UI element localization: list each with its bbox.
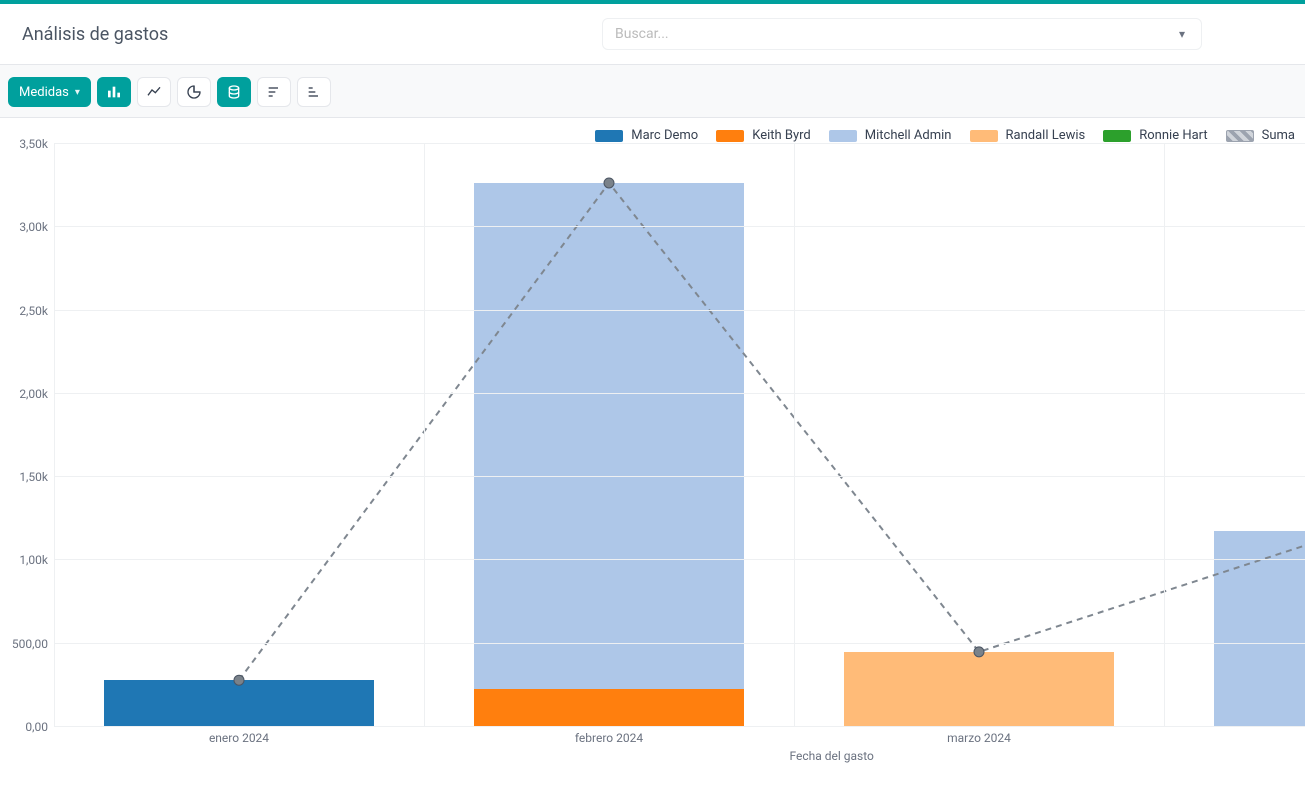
bar-chart-button[interactable] [97, 77, 131, 107]
toolbar-area: Medidas ▾ [0, 65, 1305, 118]
line-chart-icon [146, 84, 162, 100]
legend-item-suma[interactable]: Suma [1226, 128, 1295, 143]
chart-panel: Marc Demo Keith Byrd Mitchell Admin Rand… [0, 118, 1305, 763]
stacked-icon [226, 84, 242, 100]
y-tick: 1,00k [19, 553, 48, 567]
sort-desc-button[interactable] [257, 77, 291, 107]
suma-point[interactable] [974, 647, 984, 657]
legend-label: Ronnie Hart [1139, 128, 1207, 143]
chart-legend: Marc Demo Keith Byrd Mitchell Admin Rand… [0, 122, 1305, 143]
chevron-down-icon[interactable]: ▾ [1173, 27, 1191, 41]
bar-chart-icon [106, 84, 122, 100]
legend-swatch [716, 130, 744, 142]
y-tick: 2,00k [19, 387, 48, 401]
x-tick: marzo 2024 [947, 731, 1011, 745]
sort-asc-icon [306, 84, 322, 100]
legend-swatch [970, 130, 998, 142]
legend-item-mitchell[interactable]: Mitchell Admin [829, 128, 952, 143]
stacked-button[interactable] [217, 77, 251, 107]
x-axis-label: Fecha del gasto [790, 749, 874, 763]
pie-chart-button[interactable] [177, 77, 211, 107]
legend-item-keith[interactable]: Keith Byrd [716, 128, 811, 143]
y-tick: 3,00k [19, 220, 48, 234]
x-axis: Fecha del gasto enero 2024 febrero 2024 ma… [54, 727, 1305, 763]
toolbar: Medidas ▾ [8, 77, 1297, 107]
y-tick: 0,00 [25, 720, 48, 734]
legend-item-marc[interactable]: Marc Demo [595, 128, 698, 143]
y-tick: 1,50k [19, 470, 48, 484]
page-title: Análisis de gastos [22, 24, 582, 45]
x-tick: enero 2024 [209, 731, 269, 745]
suma-line-layer [54, 143, 1305, 726]
sort-desc-icon [266, 84, 282, 100]
x-tick: febrero 2024 [575, 731, 643, 745]
chart-area: 0,00500,001,00k1,50k2,00k2,50k3,00k3,50k… [0, 143, 1305, 763]
search-input[interactable] [613, 25, 1173, 43]
sort-asc-button[interactable] [297, 77, 331, 107]
legend-swatch [1226, 130, 1254, 142]
y-tick: 3,50k [19, 137, 48, 151]
legend-label: Randall Lewis [1006, 128, 1086, 143]
legend-item-randall[interactable]: Randall Lewis [970, 128, 1086, 143]
legend-swatch [829, 130, 857, 142]
search-wrap: ▾ [602, 18, 1283, 50]
pie-chart-icon [186, 84, 202, 100]
suma-point[interactable] [604, 178, 614, 188]
measures-label: Medidas [19, 85, 69, 100]
plot-area [54, 143, 1305, 727]
legend-label: Mitchell Admin [865, 128, 952, 143]
y-axis: 0,00500,001,00k1,50k2,00k2,50k3,00k3,50k [0, 143, 54, 727]
measures-button[interactable]: Medidas ▾ [8, 77, 91, 107]
legend-item-ronnie[interactable]: Ronnie Hart [1103, 128, 1207, 143]
legend-label: Suma [1262, 128, 1295, 143]
suma-line [239, 183, 1305, 680]
suma-point[interactable] [234, 675, 244, 685]
chevron-down-icon: ▾ [75, 87, 80, 98]
legend-swatch [1103, 130, 1131, 142]
legend-swatch [595, 130, 623, 142]
legend-label: Marc Demo [631, 128, 698, 143]
legend-label: Keith Byrd [752, 128, 811, 143]
y-tick: 2,50k [19, 304, 48, 318]
page-header: Análisis de gastos ▾ [0, 4, 1305, 65]
search-box[interactable]: ▾ [602, 18, 1202, 50]
y-tick: 500,00 [12, 637, 48, 651]
line-chart-button[interactable] [137, 77, 171, 107]
